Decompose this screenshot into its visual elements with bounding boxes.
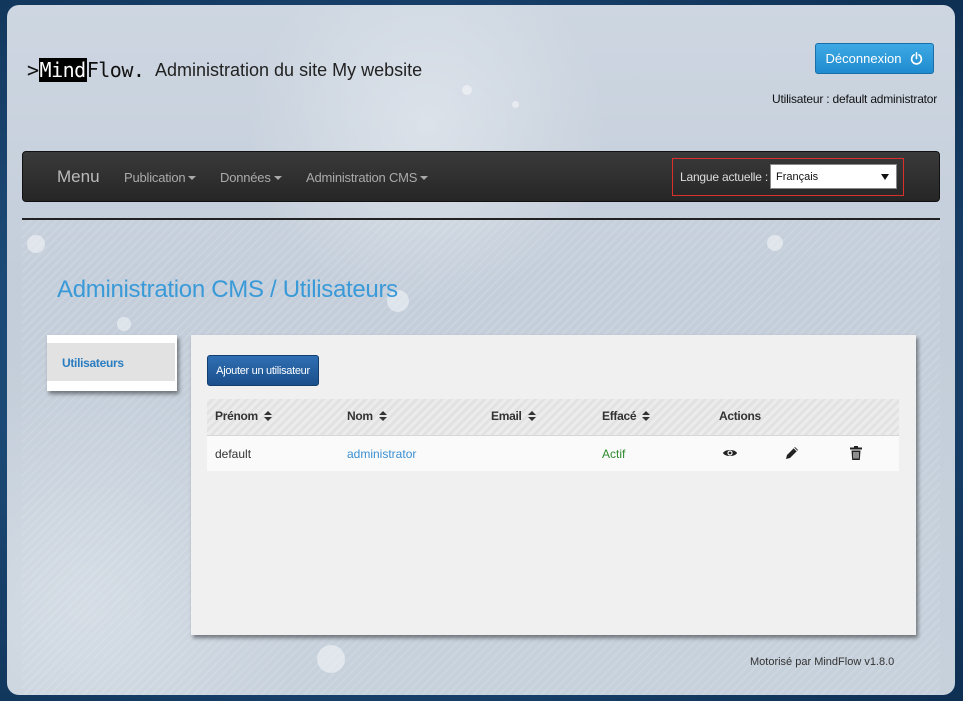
users-panel: Ajouter un utilisateur Prénom Nom Email … [191,335,916,635]
cell-status: Actif [602,447,626,461]
dropdown-arrow-icon [881,174,889,180]
page-title: Administration CMS / Utilisateurs [57,276,398,303]
nav-item-publication[interactable]: Publication [124,170,197,185]
sort-icon [642,411,651,421]
language-selector-highlight: Langue actuelle : Français [672,158,904,196]
table-row: default administrator Actif [207,436,899,471]
nav-item-administration-cms[interactable]: Administration CMS [306,170,429,185]
sort-icon [378,411,387,421]
navbar: Menu Publication Données Administration … [22,151,940,202]
view-eye-icon[interactable] [722,445,738,461]
edit-pencil-icon[interactable] [784,445,800,461]
background-bubble [462,85,472,95]
mindflow-logo: >MindFlow. [27,58,145,82]
app-frame: >MindFlow. Administration du site My web… [7,5,955,695]
column-header-actions: Actions [719,409,761,423]
sort-icon [263,411,272,421]
nav-item-donnees[interactable]: Données [220,170,282,185]
logout-button[interactable]: Déconnexion [815,43,934,74]
column-header-nom[interactable]: Nom [347,409,387,423]
sort-icon [527,411,536,421]
table-header: Prénom Nom Email Effacé Actions [207,399,899,437]
language-label: Langue actuelle : [680,170,769,184]
column-header-email[interactable]: Email [491,409,536,423]
language-select[interactable]: Français [770,164,897,189]
column-header-prenom[interactable]: Prénom [215,409,272,423]
caret-down-icon [420,176,429,180]
site-title: Administration du site My website [155,60,423,80]
content-panel: Administration CMS / Utilisateurs Utilis… [22,218,940,695]
caret-down-icon [273,176,282,180]
background-bubble [512,101,519,108]
add-user-button[interactable]: Ajouter un utilisateur [207,355,319,386]
sidebar-item-utilisateurs[interactable]: Utilisateurs [47,343,175,381]
column-header-efface[interactable]: Effacé [602,409,651,423]
footer-version: Motorisé par MindFlow v1.8.0 [750,656,895,668]
power-icon [911,52,923,65]
language-select-value: Français [776,171,819,183]
cell-prenom: default [215,447,252,461]
cell-nom-link[interactable]: administrator [347,447,416,461]
trash-icon[interactable] [848,445,864,461]
logout-label: Déconnexion [825,51,902,66]
current-user: Utilisateur : default administrator [772,92,938,106]
nav-brand-menu[interactable]: Menu [57,167,100,187]
caret-down-icon [188,176,197,180]
sidebar: Utilisateurs [47,335,177,391]
